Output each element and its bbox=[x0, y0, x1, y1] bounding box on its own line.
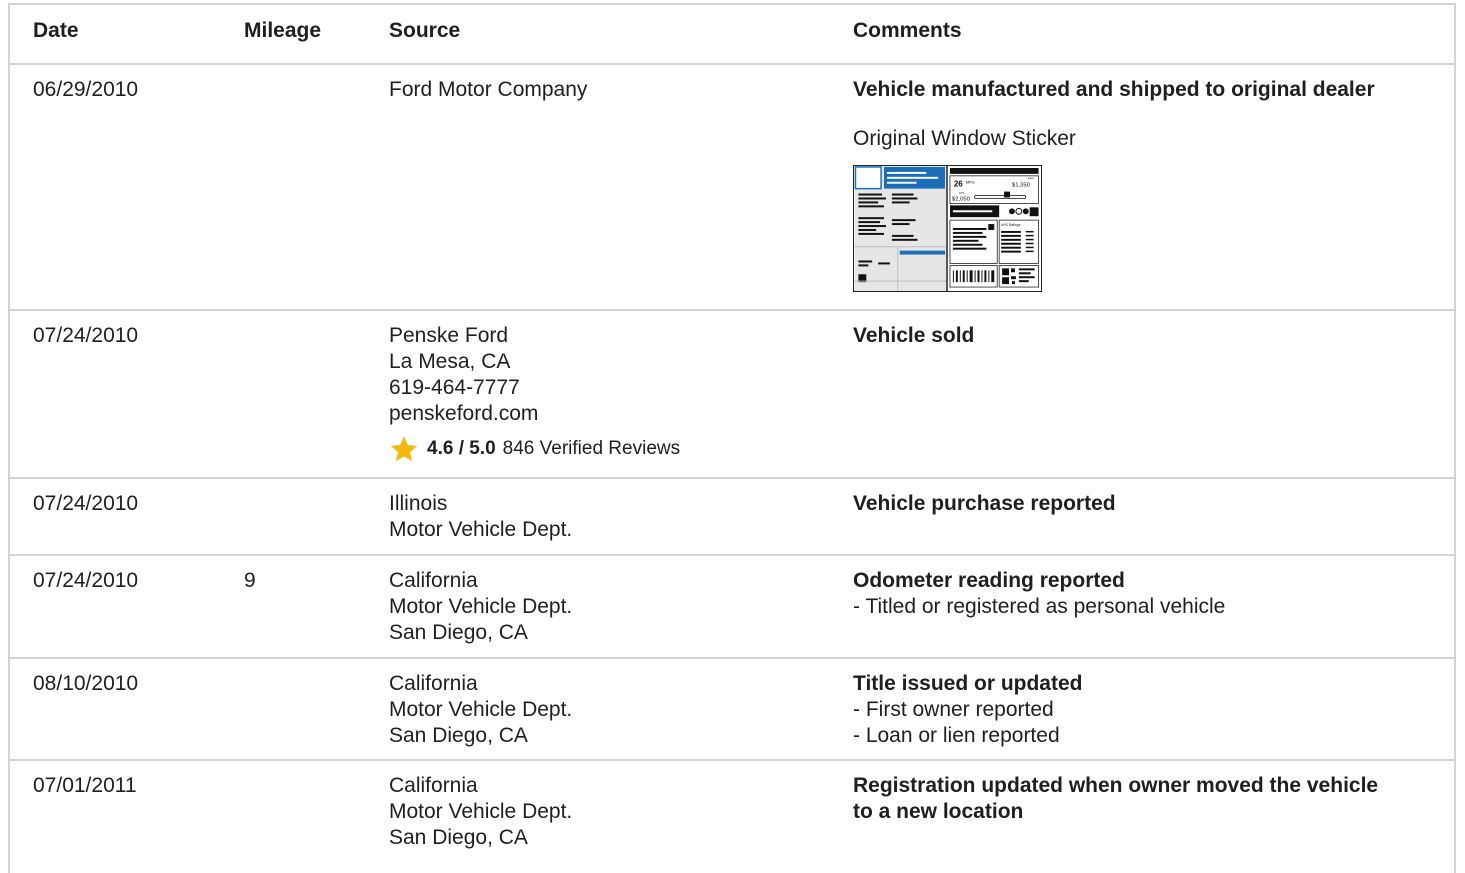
header-mileage: Mileage bbox=[244, 19, 322, 42]
sticker-cost-label: cost bbox=[959, 191, 965, 195]
row-date: 08/10/2010 bbox=[33, 672, 139, 695]
sticker-save: $1,350 bbox=[1012, 183, 1031, 189]
row-date: 07/24/2010 bbox=[33, 492, 139, 515]
comment-title: Vehicle sold bbox=[853, 324, 975, 347]
source-line: California bbox=[389, 672, 478, 695]
table-row: 07/01/2011 California Motor Vehicle Dept… bbox=[10, 761, 1454, 871]
header-date: Date bbox=[33, 19, 79, 42]
row-date: 07/24/2010 bbox=[33, 324, 139, 347]
row-comments: Vehicle manufactured and shipped to orig… bbox=[830, 65, 1454, 309]
row-date: 06/29/2010 bbox=[33, 78, 139, 101]
comment-detail: - Titled or registered as personal vehic… bbox=[853, 595, 1226, 618]
dealer-website-link[interactable]: penskeford.com bbox=[389, 401, 830, 427]
vehicle-history-table: Date Mileage Source Comments 06/29/2010 … bbox=[8, 3, 1456, 873]
comment-title: Vehicle manufactured and shipped to orig… bbox=[853, 78, 1375, 101]
row-source: California Motor Vehicle Dept. San Diego… bbox=[366, 659, 830, 759]
table-row: 07/24/2010 9 California Motor Vehicle De… bbox=[10, 556, 1454, 659]
source-line: California bbox=[389, 774, 478, 797]
row-comments: Title issued or updated - First owner re… bbox=[830, 659, 1454, 759]
source-line: Motor Vehicle Dept. bbox=[389, 800, 573, 823]
header-comments: Comments bbox=[853, 19, 962, 42]
sticker-save-label: save bbox=[1028, 176, 1035, 180]
dealer-location: La Mesa, CA bbox=[389, 350, 511, 373]
table-header: Date Mileage Source Comments bbox=[10, 5, 1454, 65]
row-mileage bbox=[221, 761, 366, 871]
row-mileage bbox=[221, 659, 366, 759]
row-comments: Vehicle purchase reported bbox=[830, 479, 1454, 554]
sticker-ratings-label: IIHS Ratings bbox=[1001, 223, 1021, 227]
row-source: Ford Motor Company bbox=[366, 65, 830, 309]
table-row: 08/10/2010 California Motor Vehicle Dept… bbox=[10, 659, 1454, 761]
dealer-rating: 4.6 / 5.0 846 Verified Reviews bbox=[389, 434, 830, 464]
window-sticker-label: Original Window Sticker bbox=[853, 127, 1076, 150]
source-line: California bbox=[389, 569, 478, 592]
comment-title: to a new location bbox=[853, 800, 1024, 823]
comment-title: Title issued or updated bbox=[853, 672, 1083, 695]
source-line: Motor Vehicle Dept. bbox=[389, 518, 573, 541]
row-date: 07/01/2011 bbox=[33, 774, 137, 797]
dealer-phone[interactable]: 619-464-7777 bbox=[389, 375, 830, 401]
row-source: Illinois Motor Vehicle Dept. bbox=[366, 479, 830, 554]
row-source: Penske Ford La Mesa, CA 619-464-7777 pen… bbox=[366, 311, 830, 477]
source-line: Illinois bbox=[389, 492, 448, 515]
verified-reviews-link[interactable]: 846 Verified Reviews bbox=[503, 437, 680, 461]
row-source: California Motor Vehicle Dept. San Diego… bbox=[366, 556, 830, 657]
source-line: San Diego, CA bbox=[389, 621, 528, 644]
header-source: Source bbox=[389, 19, 461, 42]
table-row: 07/24/2010 Penske Ford La Mesa, CA 619-4… bbox=[10, 311, 1454, 479]
source-line: Motor Vehicle Dept. bbox=[389, 595, 573, 618]
table-row: 07/24/2010 Illinois Motor Vehicle Dept. … bbox=[10, 479, 1454, 556]
source-line: San Diego, CA bbox=[389, 826, 528, 849]
source-line: San Diego, CA bbox=[389, 724, 528, 747]
comment-title: Registration updated when owner moved th… bbox=[853, 774, 1379, 797]
sticker-mpg-unit: MPG bbox=[966, 180, 975, 185]
rating-score: 4.6 / 5.0 bbox=[427, 438, 496, 459]
row-comments: Odometer reading reported - Titled or re… bbox=[830, 556, 1454, 657]
sticker-mpg: 26 bbox=[954, 180, 963, 189]
comment-detail: - Loan or lien reported bbox=[853, 724, 1060, 747]
source-line: Motor Vehicle Dept. bbox=[389, 698, 573, 721]
window-sticker-thumbnail[interactable]: 26 MPG save $1,350 cost $2,050 IIHS Rati… bbox=[853, 165, 1042, 292]
row-mileage: 9 bbox=[244, 569, 256, 592]
row-mileage bbox=[221, 65, 366, 309]
comment-detail: - First owner reported bbox=[853, 698, 1054, 721]
source-line: Ford Motor Company bbox=[389, 78, 588, 101]
row-mileage bbox=[221, 479, 366, 554]
table-row: 06/29/2010 Ford Motor Company Vehicle ma… bbox=[10, 65, 1454, 311]
row-comments: Registration updated when owner moved th… bbox=[830, 761, 1454, 871]
comment-title: Odometer reading reported bbox=[853, 569, 1125, 592]
row-source: California Motor Vehicle Dept. San Diego… bbox=[366, 761, 830, 871]
row-mileage bbox=[221, 311, 366, 477]
dealer-name[interactable]: Penske Ford bbox=[389, 323, 830, 349]
row-date: 07/24/2010 bbox=[33, 569, 139, 592]
sticker-cost: $2,050 bbox=[952, 196, 971, 202]
star-icon bbox=[390, 436, 418, 462]
comment-title: Vehicle purchase reported bbox=[853, 492, 1116, 515]
row-comments: Vehicle sold bbox=[830, 311, 1454, 477]
